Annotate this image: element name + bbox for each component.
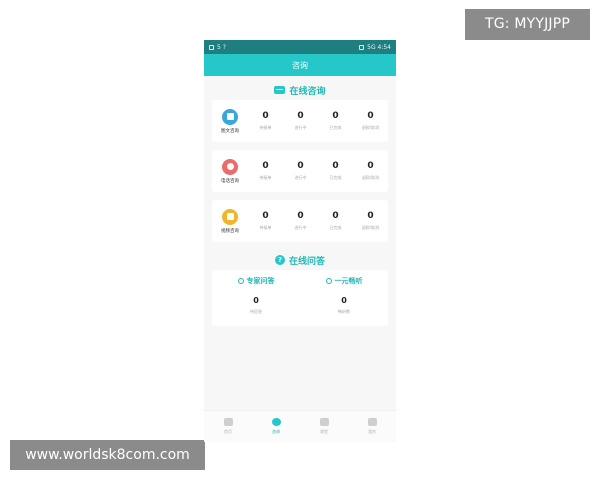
online-consult-heading: 在线咨询: [204, 80, 396, 100]
stat-label: 已完成: [329, 125, 342, 130]
stat-value: 0: [367, 161, 374, 171]
stat-label: 已完成: [329, 175, 342, 180]
page-title: 咨询: [292, 60, 308, 70]
stat-in-progress[interactable]: 0 进行中: [284, 211, 318, 231]
status-bar: 5 ? 5G 4:54: [204, 40, 396, 54]
tab-label: 咨询: [272, 429, 280, 434]
stat-value: 0: [297, 211, 304, 221]
telegram-watermark: TG: MYYJJPP: [465, 9, 590, 40]
stat-pending[interactable]: 0 待接单: [249, 211, 283, 231]
service-phone: 电话咨询: [212, 158, 248, 184]
video-icon: [222, 208, 238, 225]
tab-label: 首页: [224, 429, 232, 434]
stat-label: 待接单: [259, 225, 272, 230]
chat-icon: [271, 418, 281, 426]
play-icon: [319, 418, 329, 426]
stat-in-progress[interactable]: 0 进行中: [284, 111, 318, 131]
stat-pending[interactable]: 0 待接单: [249, 161, 283, 181]
stat-completed[interactable]: 0 已完成: [319, 211, 353, 231]
tab-consult[interactable]: 咨询: [252, 411, 300, 442]
stat-label: 退款/取消: [361, 125, 380, 130]
app-header: 咨询: [204, 54, 396, 76]
service-card-phone[interactable]: 电话咨询 0 待接单 0 进行中 0 已完成 0 退款/取消: [212, 150, 388, 192]
chat-bubble-icon: [274, 86, 286, 94]
qa-title: 专家问答: [246, 277, 275, 285]
stat-refund-cancel[interactable]: 0 退款/取消: [354, 161, 388, 181]
status-left-text: 5 ?: [217, 43, 226, 51]
tab-home[interactable]: 首页: [204, 411, 252, 442]
service-label: 图文咨询: [221, 128, 239, 134]
chat-doc-icon: [222, 108, 238, 125]
stat-value: 0: [332, 211, 339, 221]
service-video: 视频咨询: [212, 208, 248, 234]
stat-label: 退款/取消: [361, 175, 380, 180]
qa-label: 待回答: [250, 309, 262, 314]
stat-label: 进行中: [294, 125, 307, 130]
stat-value: 0: [297, 111, 304, 121]
stat-value: 0: [297, 161, 304, 171]
stat-label: 已完成: [329, 225, 342, 230]
one-yuan-listen[interactable]: 一元畅听 0 畅听数: [300, 270, 388, 326]
online-qa-card: 专家问答 0 待回答 一元畅听 0 畅听数: [212, 270, 388, 326]
url-watermark: www.worldsk8com.com: [10, 440, 205, 470]
tab-class[interactable]: 课堂: [300, 411, 348, 442]
online-qa-title: 在线问答: [288, 256, 325, 267]
stat-label: 待接单: [259, 175, 272, 180]
notification-icon: [209, 44, 214, 50]
question-icon: ?: [274, 255, 285, 265]
stat-value: 0: [262, 161, 269, 171]
phone-screen: 5 ? 5G 4:54 咨询 在线咨询 图文咨询 0 待接单 0 进行中 0 已…: [204, 40, 396, 442]
stat-refund-cancel[interactable]: 0 退款/取消: [354, 211, 388, 231]
headphones-icon: [325, 278, 332, 284]
phone-icon: [222, 158, 238, 175]
stat-pending[interactable]: 0 待接单: [249, 111, 283, 131]
stat-label: 退款/取消: [361, 225, 380, 230]
stat-label: 进行中: [294, 225, 307, 230]
tab-label: 课堂: [320, 429, 328, 434]
stat-completed[interactable]: 0 已完成: [319, 111, 353, 131]
stat-value: 0: [332, 161, 339, 171]
tab-label: 我的: [368, 429, 376, 434]
stat-completed[interactable]: 0 已完成: [319, 161, 353, 181]
bottom-tab-bar: 首页 咨询 课堂 我的: [204, 410, 396, 442]
stat-in-progress[interactable]: 0 进行中: [284, 161, 318, 181]
tab-profile[interactable]: 我的: [348, 411, 396, 442]
qa-value: 0: [341, 296, 347, 305]
user-icon: [367, 418, 377, 426]
expert-icon: [237, 278, 244, 284]
service-label: 电话咨询: [221, 178, 239, 184]
qa-title: 一元畅听: [334, 277, 363, 285]
home-icon: [223, 418, 233, 426]
signal-icon: [359, 44, 365, 50]
stat-refund-cancel[interactable]: 0 退款/取消: [354, 111, 388, 131]
stat-label: 待接单: [259, 125, 272, 130]
stat-value: 0: [332, 111, 339, 121]
stat-value: 0: [367, 111, 374, 121]
stat-value: 0: [262, 111, 269, 121]
service-text: 图文咨询: [212, 108, 248, 134]
status-right-text: 5G 4:54: [367, 43, 391, 51]
service-card-video[interactable]: 视频咨询 0 待接单 0 进行中 0 已完成 0 退款/取消: [212, 200, 388, 242]
qa-label: 畅听数: [338, 309, 350, 314]
online-qa-heading: ? 在线问答: [204, 250, 396, 270]
stat-label: 进行中: [294, 175, 307, 180]
online-consult-title: 在线咨询: [289, 86, 326, 97]
qa-value: 0: [253, 296, 259, 305]
service-label: 视频咨询: [221, 228, 239, 234]
stat-value: 0: [262, 211, 269, 221]
stat-value: 0: [367, 211, 374, 221]
expert-qa[interactable]: 专家问答 0 待回答: [212, 270, 300, 326]
service-card-text[interactable]: 图文咨询 0 待接单 0 进行中 0 已完成 0 退款/取消: [212, 100, 388, 142]
